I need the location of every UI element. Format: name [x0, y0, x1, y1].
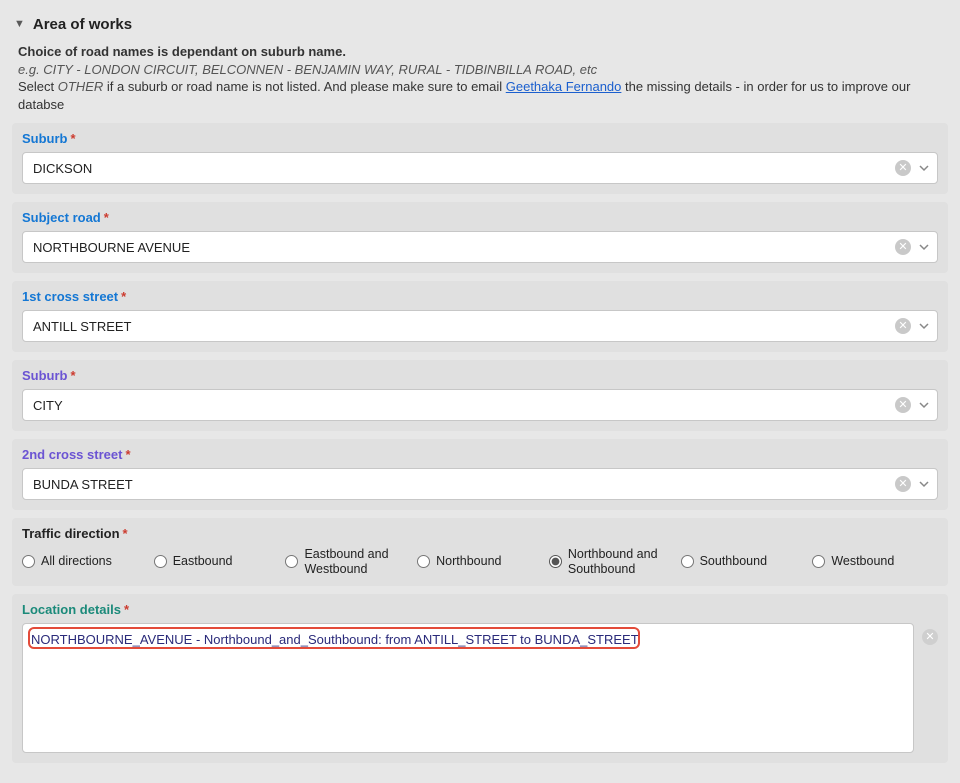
cross-street-2-combo[interactable]: ✕	[22, 468, 938, 500]
traffic-direction-option[interactable]: Eastbound	[154, 554, 280, 568]
field-location-details: Location details* ✕	[12, 594, 948, 763]
radio-label-text: Northbound	[436, 554, 501, 568]
required-marker: *	[71, 368, 76, 383]
required-marker: *	[104, 210, 109, 225]
required-marker: *	[121, 289, 126, 304]
radio-label-text: Northbound and Southbound	[568, 547, 675, 576]
field-traffic-direction: Traffic direction* All directions Eastbou…	[12, 518, 948, 586]
helper-line3: Select OTHER if a suburb or road name is…	[18, 78, 942, 113]
radio-input[interactable]	[285, 555, 298, 568]
contact-link[interactable]: Geethaka Fernando	[506, 79, 622, 94]
field-label: Subject road*	[22, 210, 938, 225]
traffic-direction-option[interactable]: Northbound	[417, 554, 543, 568]
cross-street-2-input[interactable]	[31, 469, 895, 499]
chevron-down-icon[interactable]	[919, 321, 929, 331]
field-label: Suburb*	[22, 131, 938, 146]
section-title: Area of works	[33, 16, 132, 33]
clear-icon[interactable]: ✕	[895, 476, 911, 492]
form-page: ▼ Area of works Choice of road names is …	[0, 0, 960, 783]
field-cross-street-2: 2nd cross street* ✕	[12, 439, 948, 510]
traffic-direction-option[interactable]: Northbound and Southbound	[549, 547, 675, 576]
radio-input[interactable]	[154, 555, 167, 568]
field-suburb-1: Suburb* ✕	[12, 123, 948, 194]
clear-icon[interactable]: ✕	[895, 318, 911, 334]
radio-label-text: Eastbound and Westbound	[304, 547, 411, 576]
required-marker: *	[71, 131, 76, 146]
section-header[interactable]: ▼ Area of works	[12, 16, 948, 33]
radio-label-text: All directions	[41, 554, 112, 568]
cross-street-1-combo[interactable]: ✕	[22, 310, 938, 342]
subject-road-input[interactable]	[31, 232, 895, 262]
field-suburb-2: Suburb* ✕	[12, 360, 948, 431]
radio-label-text: Southbound	[700, 554, 767, 568]
chevron-down-icon[interactable]	[919, 479, 929, 489]
suburb-1-combo[interactable]: ✕	[22, 152, 938, 184]
subject-road-combo[interactable]: ✕	[22, 231, 938, 263]
field-label: 1st cross street*	[22, 289, 938, 304]
clear-icon[interactable]: ✕	[895, 160, 911, 176]
required-marker: *	[124, 602, 129, 617]
field-subject-road: Subject road* ✕	[12, 202, 948, 273]
collapse-icon[interactable]: ▼	[14, 18, 25, 30]
field-label: Suburb*	[22, 368, 938, 383]
radio-input[interactable]	[681, 555, 694, 568]
radio-input[interactable]	[549, 555, 562, 568]
clear-icon[interactable]: ✕	[895, 397, 911, 413]
clear-icon[interactable]: ✕	[922, 629, 938, 645]
suburb-2-input[interactable]	[31, 390, 895, 420]
radio-input[interactable]	[812, 555, 825, 568]
chevron-down-icon[interactable]	[919, 400, 929, 410]
suburb-2-combo[interactable]: ✕	[22, 389, 938, 421]
field-label: Traffic direction*	[22, 526, 938, 541]
location-details-textarea[interactable]	[22, 623, 914, 753]
required-marker: *	[123, 526, 128, 541]
cross-street-1-input[interactable]	[31, 311, 895, 341]
radio-input[interactable]	[22, 555, 35, 568]
clear-icon[interactable]: ✕	[895, 239, 911, 255]
traffic-direction-radios: All directions Eastbound Eastbound and Wes…	[22, 547, 938, 576]
traffic-direction-option[interactable]: Westbound	[812, 554, 938, 568]
chevron-down-icon[interactable]	[919, 163, 929, 173]
radio-input[interactable]	[417, 555, 430, 568]
helper-line2: e.g. CITY - LONDON CIRCUIT, BELCONNEN - …	[18, 61, 942, 79]
required-marker: *	[125, 447, 130, 462]
radio-label-text: Westbound	[831, 554, 894, 568]
traffic-direction-option[interactable]: Eastbound and Westbound	[285, 547, 411, 576]
radio-label-text: Eastbound	[173, 554, 233, 568]
traffic-direction-option[interactable]: All directions	[22, 554, 148, 568]
traffic-direction-option[interactable]: Southbound	[681, 554, 807, 568]
suburb-1-input[interactable]	[31, 153, 895, 183]
field-label: 2nd cross street*	[22, 447, 938, 462]
helper-line1: Choice of road names is dependant on sub…	[18, 43, 942, 61]
field-label: Location details*	[22, 602, 938, 617]
helper-text: Choice of road names is dependant on sub…	[18, 43, 942, 113]
location-details-wrap: ✕	[22, 623, 938, 753]
chevron-down-icon[interactable]	[919, 242, 929, 252]
field-cross-street-1: 1st cross street* ✕	[12, 281, 948, 352]
